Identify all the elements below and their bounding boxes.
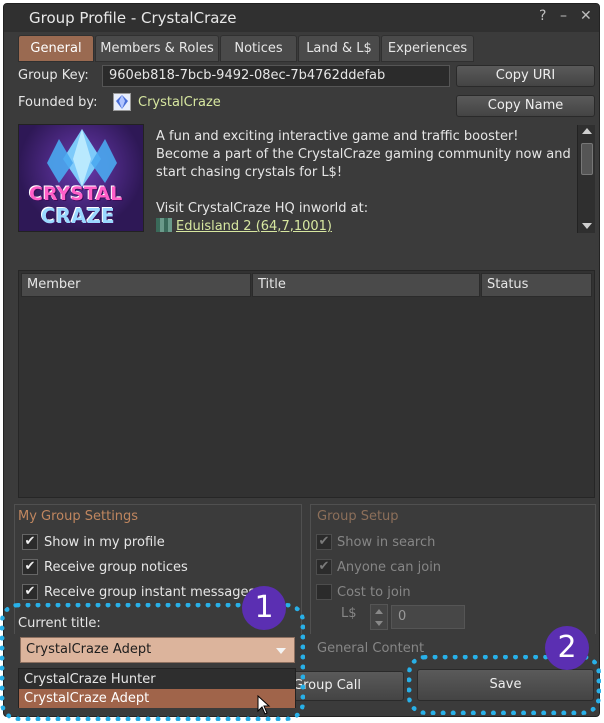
show-in-search-checkbox: ✔ [316,534,332,550]
location-slurl-link[interactable]: Eduisland 2 (64,7,1001) [176,219,332,234]
cost-to-join-checkbox [316,584,332,600]
cost-input: 0 [391,605,465,629]
scroll-thumb[interactable] [581,143,593,175]
tab-notices[interactable]: Notices [220,35,297,62]
general-content-label: General Content [317,641,425,656]
help-icon[interactable]: ? [539,8,546,24]
my-group-settings-heading: My Group Settings [18,509,139,524]
receive-notices-checkbox[interactable]: ✔ [22,559,38,575]
group-key-field[interactable]: 960eb818-7bcb-9492-08ec-7b4762ddefab [102,65,450,87]
tab-general[interactable]: General [18,35,94,62]
scroll-down-icon[interactable] [582,223,592,229]
description-line: Become a part of the CrystalCraze gaming… [156,147,571,162]
description-line [156,182,574,200]
window-title: Group Profile - CrystalCraze [29,9,237,27]
cost-spinner [370,604,388,630]
scroll-up-icon[interactable] [582,128,592,134]
tab-experiences[interactable]: Experiences [381,35,474,62]
tab-members-roles[interactable]: Members & Roles [95,35,219,62]
receive-im-checkbox[interactable]: ✔ [22,584,38,600]
callout-badge-one: 1 [242,586,286,630]
location-icon [156,218,172,232]
show-in-search-label: Show in search [337,535,436,550]
logo-text-craze: CRAZE [41,204,115,228]
founder-avatar-icon[interactable] [113,93,131,111]
group-setup-heading: Group Setup [317,509,399,524]
cost-to-join-label: Cost to join [337,585,411,600]
description-scrollbar[interactable] [577,125,595,233]
callout-badge-two: 2 [545,626,589,670]
close-icon[interactable]: ✕ [580,8,592,24]
show-in-profile-checkbox[interactable]: ✔ [22,534,38,550]
founder-name-link[interactable]: CrystalCraze [138,95,221,110]
group-description[interactable]: A fun and exciting interactive game and … [156,128,574,236]
logo-text-crystal: CRYSTAL [29,183,123,205]
members-table[interactable]: Member Title Status [18,270,595,498]
column-header-member[interactable]: Member [21,273,251,297]
founded-by-label: Founded by: [18,95,98,110]
anyone-can-join-checkbox: ✔ [316,559,332,575]
tab-land[interactable]: Land & L$ [298,35,380,62]
spinner-up-icon [375,609,383,614]
group-logo-image[interactable]: CRYSTAL CRAZE [18,124,144,232]
currency-label: L$ [341,606,357,621]
anyone-can-join-label: Anyone can join [337,560,442,575]
column-header-status[interactable]: Status [481,273,592,297]
column-header-title[interactable]: Title [252,273,480,297]
location-row: Eduisland 2 (64,7,1001) [156,218,574,236]
copy-name-button[interactable]: Copy Name [456,95,595,117]
title-bar[interactable]: Group Profile - CrystalCraze ? – ✕ [4,4,599,32]
minimize-icon[interactable]: – [560,8,567,24]
show-in-profile-label: Show in my profile [44,535,165,550]
description-line: A fun and exciting interactive game and … [156,129,519,144]
group-key-label: Group Key: [18,68,89,83]
copy-uri-button[interactable]: Copy URI [456,65,595,87]
spinner-down-icon [375,621,383,626]
description-line: Visit CrystalCraze HQ inworld at: [156,201,369,216]
receive-notices-label: Receive group notices [44,560,188,575]
receive-im-label: Receive group instant messages [44,585,256,600]
description-line: start chasing crystals for L$! [156,165,343,180]
